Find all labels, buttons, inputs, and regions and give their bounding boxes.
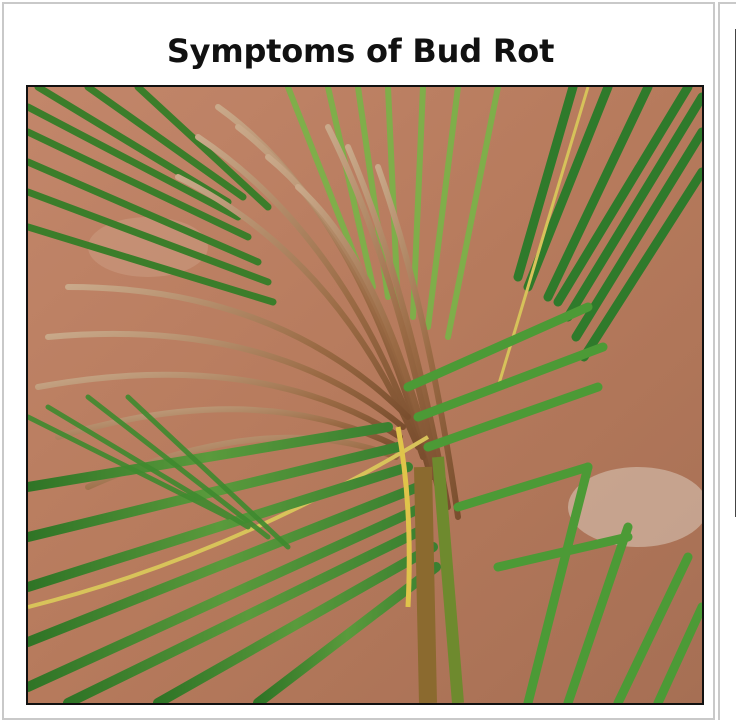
palm-stem [414, 466, 437, 703]
slide-title: Symptoms of Bud Rot [166, 32, 555, 70]
content-panel: Symptoms of Bud Rot [2, 2, 715, 720]
palm-illustration [28, 87, 702, 703]
soil-patch [88, 217, 208, 277]
next-panel-edge [718, 2, 736, 720]
bud-rot-photo [26, 85, 704, 705]
document-page: Symptoms of Bud Rot [0, 0, 736, 722]
